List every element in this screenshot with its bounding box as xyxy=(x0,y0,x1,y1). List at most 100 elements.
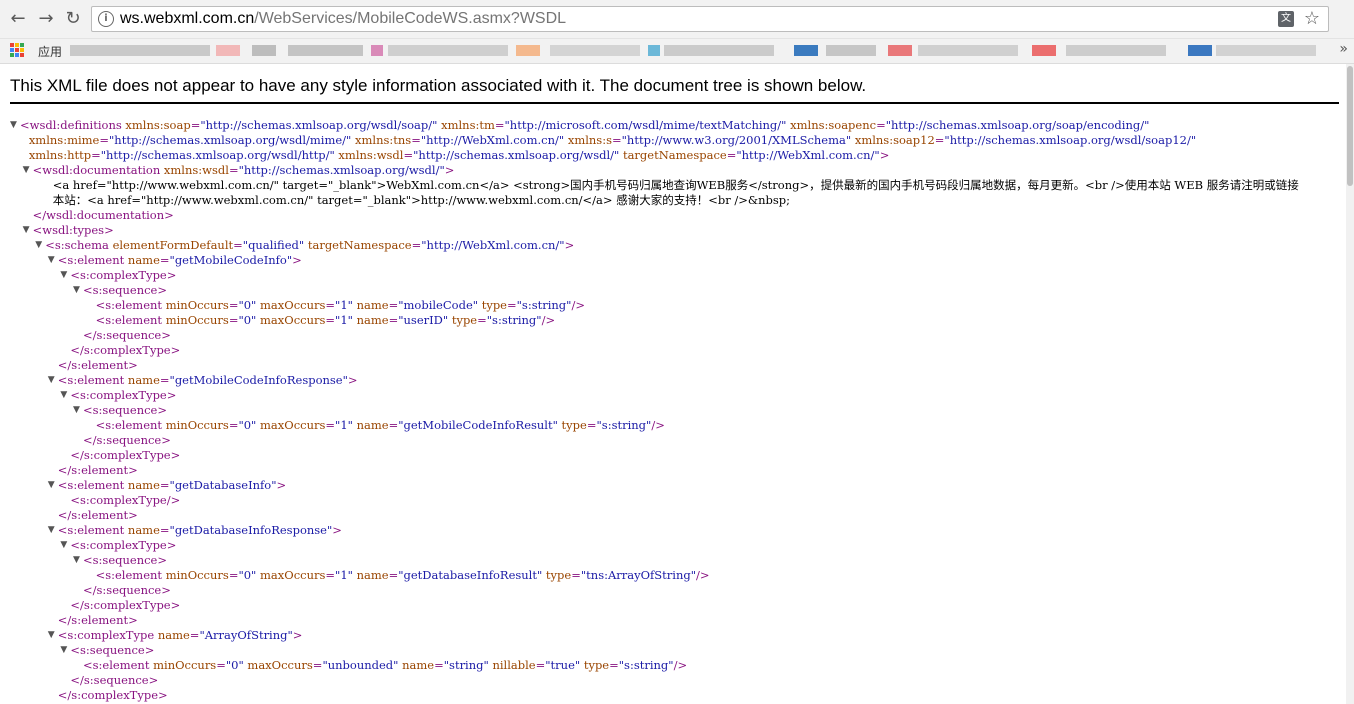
collapse-toggle-icon[interactable]: ▼ xyxy=(23,223,33,238)
xml-token: <s:element xyxy=(57,253,128,267)
xml-token: "http://WebXml.com.cn/" xyxy=(736,148,880,162)
bookmark-item[interactable] xyxy=(70,45,210,56)
apps-label[interactable]: 应用 xyxy=(38,43,62,60)
xml-token: xmlns:s xyxy=(564,133,612,147)
xml-token: targetNamespace xyxy=(304,238,412,252)
xml-token: name xyxy=(127,478,160,492)
bookmark-item[interactable] xyxy=(1032,45,1056,56)
bookmark-item[interactable] xyxy=(216,45,240,56)
xml-line: </s:sequence> xyxy=(0,673,1346,688)
bookmark-star-icon[interactable]: ☆ xyxy=(1304,8,1320,29)
bookmark-item[interactable] xyxy=(371,45,383,56)
xml-token: <s:complexType xyxy=(57,628,158,642)
collapse-toggle-icon[interactable]: ▼ xyxy=(73,553,83,568)
xml-line-text: <s:complexType> xyxy=(70,538,176,553)
xml-token: xmlns:wsdl xyxy=(163,163,229,177)
collapse-toggle-icon[interactable]: ▼ xyxy=(60,643,70,658)
xml-token: name xyxy=(352,418,389,432)
xml-token: > xyxy=(879,148,890,162)
xml-token: <s:element xyxy=(95,298,166,312)
xml-token: <s:complexType/> xyxy=(70,493,181,507)
url-path: /WebServices/MobileCodeWS.asmx?WSDL xyxy=(254,10,567,27)
bookmark-item[interactable] xyxy=(794,45,818,56)
collapse-toggle-icon[interactable]: ▼ xyxy=(48,373,58,388)
xml-token: /> xyxy=(571,298,585,312)
collapse-toggle-icon[interactable]: ▼ xyxy=(23,163,33,178)
xml-token: <wsdl:types> xyxy=(32,223,114,237)
xml-token: </s:sequence> xyxy=(83,328,171,342)
xml-token: = xyxy=(388,313,399,327)
bookmark-item[interactable] xyxy=(1066,45,1166,56)
xml-token: "http://schemas.xmlsoap.org/wsdl/soap12/… xyxy=(944,133,1197,147)
xml-line: </s:element> xyxy=(0,508,1346,523)
xml-token: = xyxy=(312,658,323,672)
xml-token: = xyxy=(388,568,399,582)
xml-token: = xyxy=(228,163,239,177)
xml-token: > xyxy=(564,238,575,252)
vertical-scrollbar[interactable] xyxy=(1346,64,1354,704)
xml-token: "getMobileCodeInfo" xyxy=(169,253,293,267)
xml-token: = xyxy=(403,148,414,162)
xml-token: name xyxy=(352,298,389,312)
xml-token: name xyxy=(127,523,160,537)
bookmark-item[interactable] xyxy=(1216,45,1316,56)
bookmark-item[interactable] xyxy=(388,45,508,56)
bookmark-item[interactable] xyxy=(918,45,1018,56)
apps-grid-icon[interactable] xyxy=(10,43,24,57)
xml-token: "s:string" xyxy=(486,313,542,327)
xml-token: maxOccurs xyxy=(256,313,326,327)
xml-token: type xyxy=(478,298,507,312)
xml-token: = xyxy=(388,298,399,312)
collapse-toggle-icon[interactable]: ▼ xyxy=(48,628,58,643)
scrollbar-thumb[interactable] xyxy=(1347,66,1353,186)
xml-line-text: <s:sequence> xyxy=(83,403,167,418)
collapse-toggle-icon[interactable]: ▼ xyxy=(48,478,58,493)
xml-line-text: </s:sequence> xyxy=(83,433,171,448)
xml-line-text: <wsdl:types> xyxy=(33,223,114,238)
bookmarks-overflow-button[interactable]: » xyxy=(1339,41,1348,57)
xml-token: minOccurs xyxy=(153,658,217,672)
xml-line: </s:complexType> xyxy=(0,688,1346,703)
xml-token: = xyxy=(494,118,505,132)
forward-arrow-icon[interactable]: → xyxy=(36,9,56,29)
bookmark-item[interactable] xyxy=(664,45,774,56)
bookmark-item[interactable] xyxy=(550,45,640,56)
xml-token: = xyxy=(325,418,336,432)
xml-token: = xyxy=(325,298,336,312)
xml-line: <s:element minOccurs="0" maxOccurs="1" n… xyxy=(0,418,1346,433)
bookmarks-bar: 应用 » xyxy=(0,39,1354,64)
xml-token: "0" xyxy=(238,313,257,327)
collapse-toggle-icon[interactable]: ▼ xyxy=(60,538,70,553)
collapse-toggle-icon[interactable]: ▼ xyxy=(10,118,20,133)
xml-token: xmlns:soap12 xyxy=(851,133,935,147)
collapse-toggle-icon[interactable]: ▼ xyxy=(60,388,70,403)
back-arrow-icon[interactable]: ← xyxy=(8,9,28,29)
xml-token: "http://schemas.xmlsoap.org/wsdl/soap/" xyxy=(200,118,438,132)
reload-icon[interactable]: ↻ xyxy=(63,9,83,29)
info-icon[interactable]: i xyxy=(98,11,114,27)
url-text[interactable]: ws.webxml.com.cn/WebServices/MobileCodeW… xyxy=(120,10,566,28)
xml-token: <a href="http://www.webxml.com.cn/" targ… xyxy=(52,178,1299,192)
collapse-toggle-icon[interactable]: ▼ xyxy=(73,283,83,298)
collapse-toggle-icon[interactable]: ▼ xyxy=(48,253,58,268)
xml-token: "http://schemas.xmlsoap.org/soap/encodin… xyxy=(885,118,1150,132)
bookmark-item[interactable] xyxy=(252,45,276,56)
xml-line-text: <wsdl:definitions xmlns:soap="http://sch… xyxy=(20,118,1149,133)
bookmark-item[interactable] xyxy=(888,45,912,56)
collapse-toggle-icon[interactable]: ▼ xyxy=(35,238,45,253)
collapse-toggle-icon[interactable]: ▼ xyxy=(73,403,83,418)
address-bar[interactable]: i ws.webxml.com.cn/WebServices/MobileCod… xyxy=(91,6,1329,32)
collapse-toggle-icon[interactable]: ▼ xyxy=(60,268,70,283)
xml-token: type xyxy=(557,418,587,432)
xml-token: "unbounded" xyxy=(322,658,399,672)
bookmark-item[interactable] xyxy=(826,45,876,56)
xml-line-text: </s:complexType> xyxy=(70,598,180,613)
bookmark-item[interactable] xyxy=(288,45,363,56)
bookmark-item[interactable] xyxy=(516,45,540,56)
translate-icon[interactable]: 文 xyxy=(1278,11,1294,27)
bookmark-item[interactable] xyxy=(648,45,660,56)
collapse-toggle-icon[interactable]: ▼ xyxy=(48,523,58,538)
bookmark-item[interactable] xyxy=(1188,45,1212,56)
xml-token: </s:complexType> xyxy=(70,343,181,357)
xml-token: "http://schemas.xmlsoap.org/wsdl/" xyxy=(413,148,620,162)
